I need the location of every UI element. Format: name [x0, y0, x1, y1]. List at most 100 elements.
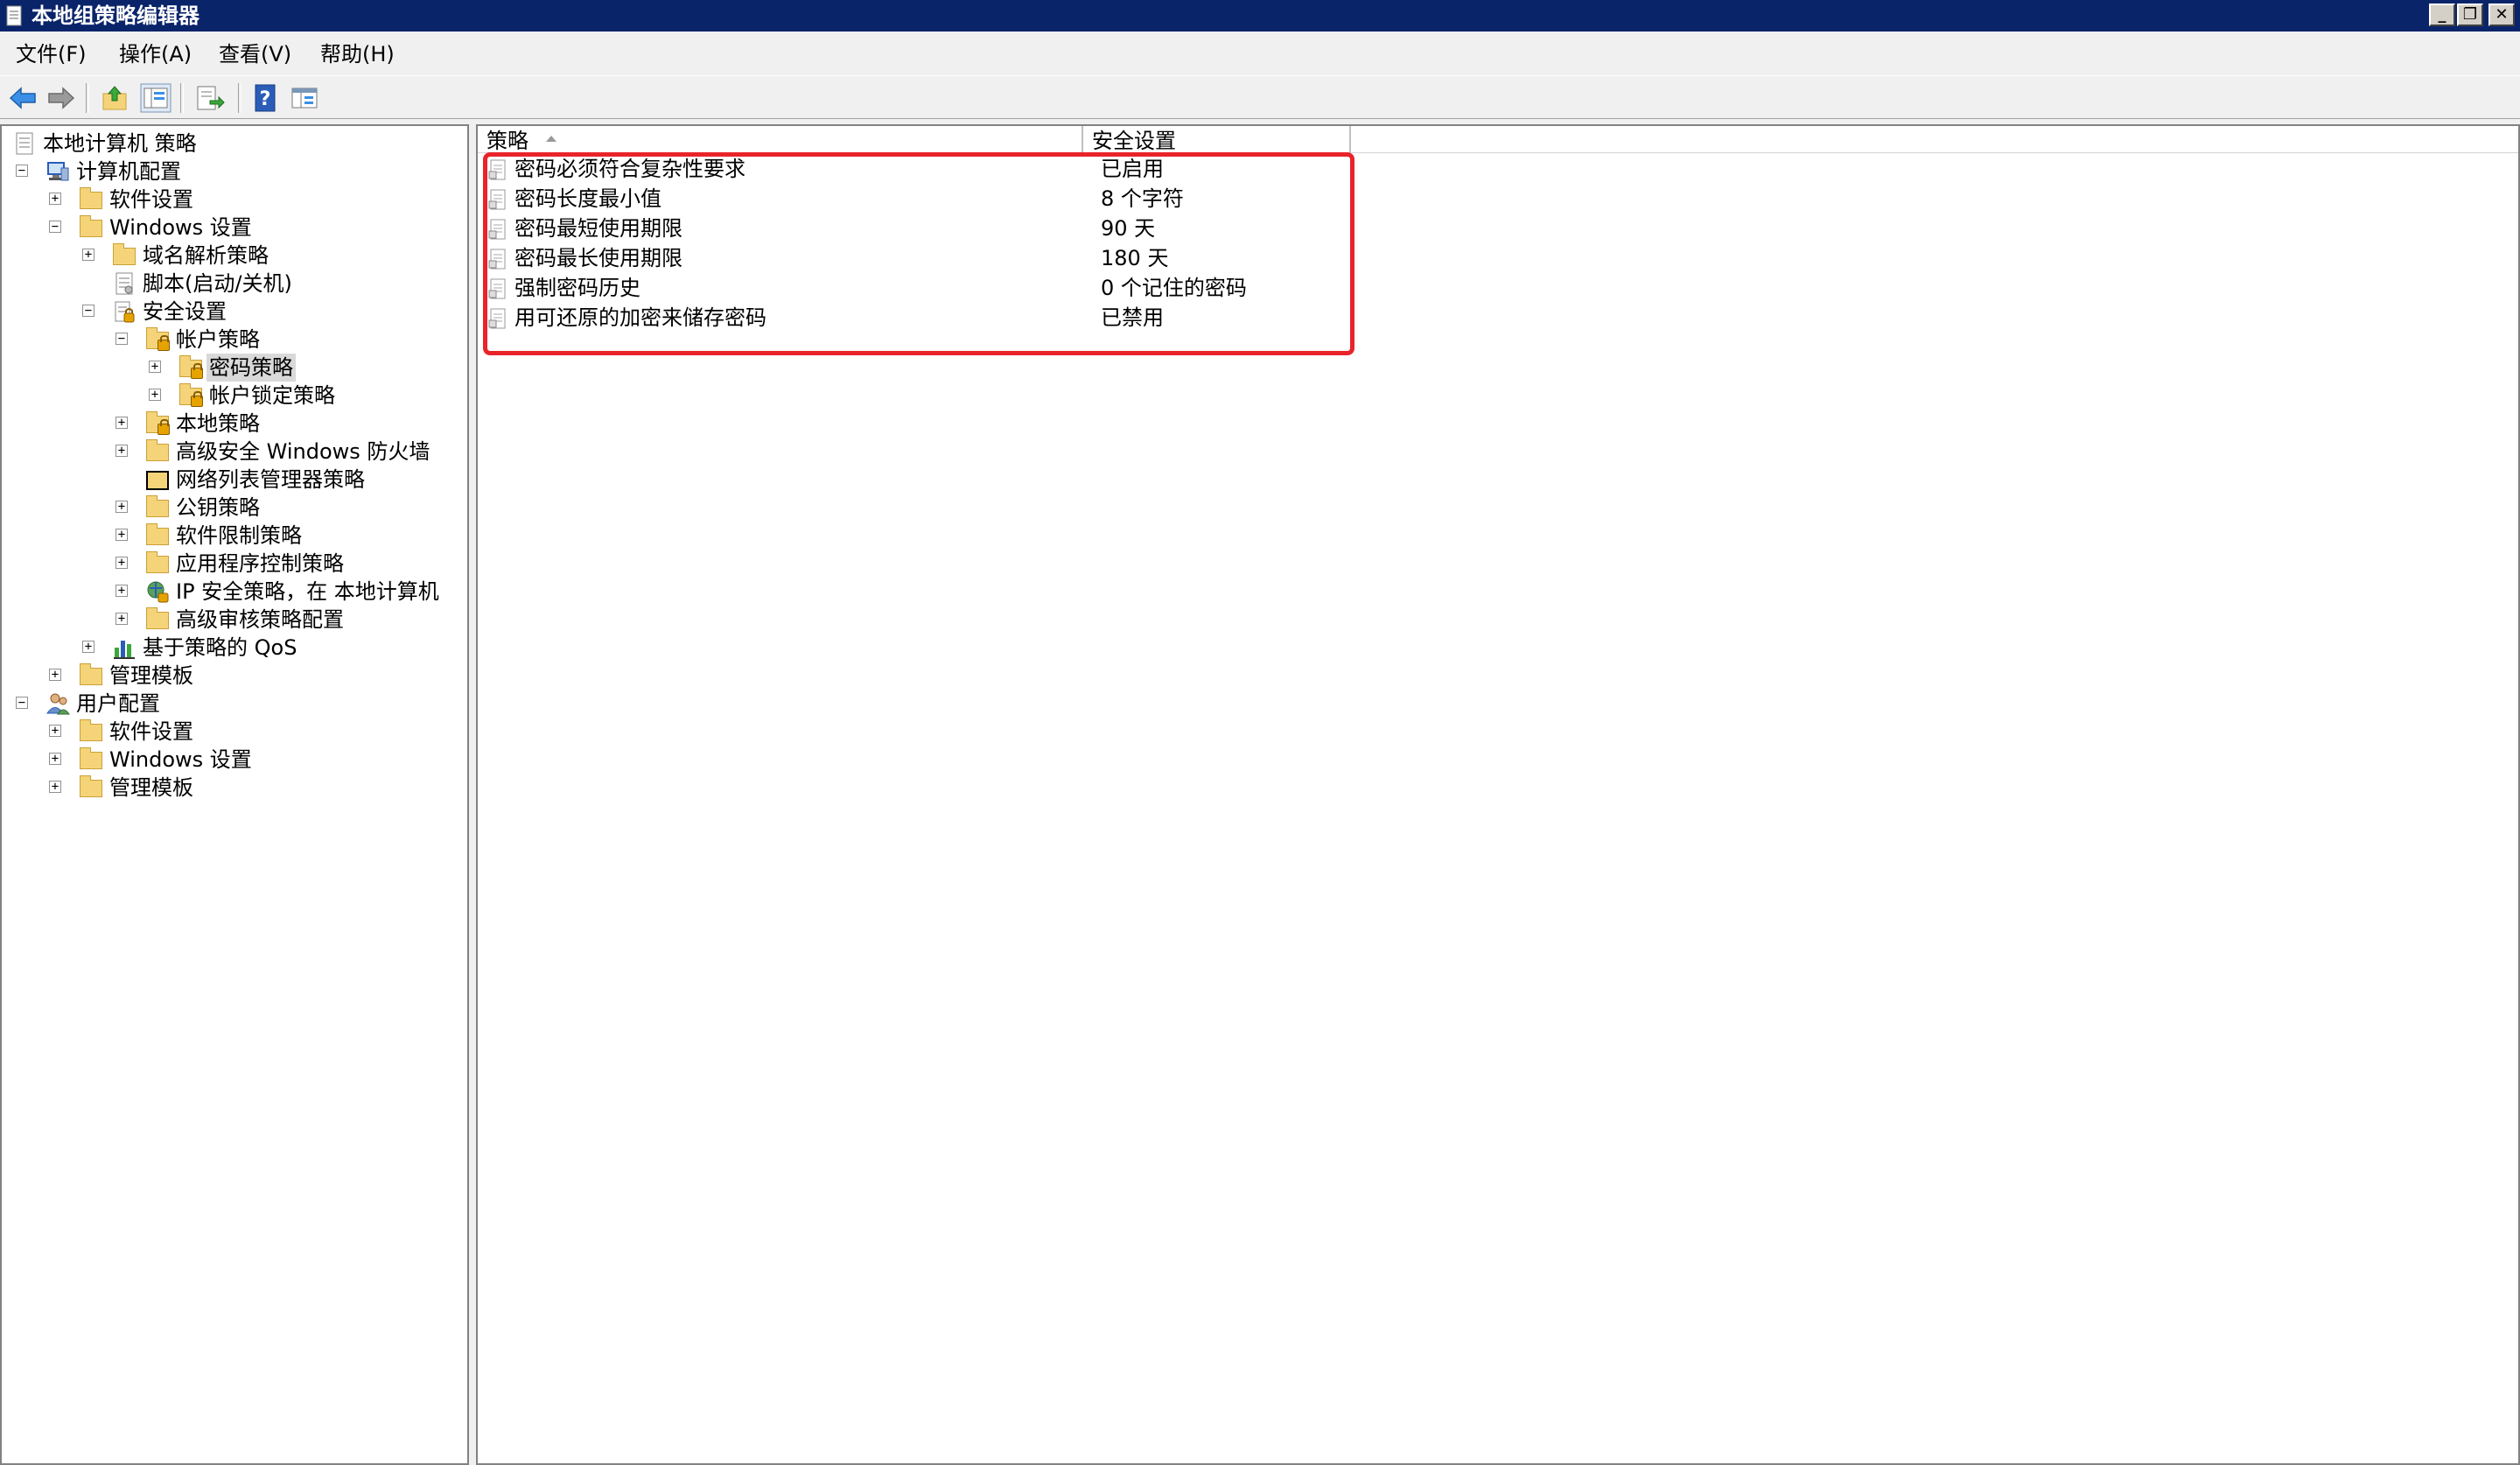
expand-plus-icon[interactable]: + [116, 501, 128, 513]
tree-item[interactable]: 本地计算机 策略 [2, 130, 466, 158]
pane-splitter[interactable] [469, 124, 476, 1465]
tree-item-label: 计算机配置 [76, 159, 181, 184]
tree-item-label: 高级安全 Windows 防火墙 [176, 439, 430, 464]
column-header-policy[interactable]: 策略 [478, 126, 1083, 152]
expand-plus-icon[interactable]: + [49, 193, 61, 205]
policy-row[interactable]: 密码长度最小值 8 个字符 [478, 184, 1440, 214]
policy-setting-icon [488, 219, 506, 240]
tree-item[interactable]: + 管理模板 [2, 774, 466, 802]
menu-view[interactable]: 查看(V) [215, 41, 295, 67]
close-button[interactable]: ✕ [2488, 4, 2515, 26]
expand-plus-icon[interactable]: + [116, 445, 128, 457]
policy-row[interactable]: 密码必须符合复杂性要求 已启用 [478, 154, 1440, 184]
tree-item[interactable]: + 软件限制策略 [2, 522, 466, 550]
properties-icon[interactable] [289, 83, 320, 113]
expand-plus-icon[interactable]: + [116, 557, 128, 569]
tree-item[interactable]: + IP 安全策略，在 本地计算机 [2, 578, 466, 606]
policy-setting-icon [488, 308, 506, 329]
window-title: 本地组策略编辑器 [32, 4, 200, 28]
expand-plus-icon[interactable]: + [49, 669, 61, 681]
collapse-minus-icon[interactable]: − [116, 333, 128, 345]
close-icon: ✕ [2495, 5, 2509, 24]
policy-name: 用可还原的加密来储存密码 [514, 305, 766, 330]
tree-item[interactable]: + 软件设置 [2, 186, 466, 214]
tree-item[interactable]: + 高级审核策略配置 [2, 606, 466, 634]
policy-list[interactable]: 策略 安全设置 密码必须符合复杂性要求 已启用 密码长度最小值 8 个字符 密码最短使用… [476, 124, 2520, 1465]
user-icon [46, 691, 70, 716]
collapse-minus-icon[interactable]: − [16, 165, 28, 177]
security-setting-value: 90 天 [1101, 216, 1156, 241]
tree-item[interactable]: + 高级安全 Windows 防火墙 [2, 438, 466, 466]
forward-icon[interactable] [46, 83, 77, 113]
locked-folder-icon [178, 355, 203, 380]
expand-plus-icon[interactable]: + [149, 389, 161, 401]
up-icon[interactable] [100, 83, 131, 113]
expand-plus-icon[interactable]: + [116, 529, 128, 541]
tree-item[interactable]: − 计算机配置 [2, 158, 466, 186]
locked-folder-icon [145, 411, 170, 436]
policy-row[interactable]: 密码最短使用期限 90 天 [478, 214, 1440, 243]
tree-item-label: 管理模板 [109, 775, 193, 800]
security-setting-value: 180 天 [1101, 246, 1169, 270]
policy-row[interactable]: 密码最长使用期限 180 天 [478, 243, 1440, 273]
menu-action[interactable]: 操作(A) [116, 41, 195, 67]
console-tree[interactable]: 本地计算机 策略 − 计算机配置 + 软件设置 − Windows 设置 + 域名解析策略 脚本(… [0, 124, 469, 1465]
expand-plus-icon[interactable]: + [49, 725, 61, 737]
tree-item[interactable]: + 公钥策略 [2, 494, 466, 522]
tree-item[interactable]: + 应用程序控制策略 [2, 550, 466, 578]
expand-plus-icon[interactable]: + [116, 417, 128, 429]
help-icon[interactable]: ? [250, 83, 282, 113]
expand-plus-icon[interactable]: + [116, 613, 128, 625]
tree-item[interactable]: 脚本(启动/关机) [2, 270, 466, 298]
tree-item[interactable]: + 帐户锁定策略 [2, 382, 466, 410]
network-list-icon [145, 467, 170, 492]
expand-plus-icon[interactable]: + [49, 781, 61, 793]
policy-row[interactable]: 用可还原的加密来储存密码 已禁用 [478, 303, 1440, 333]
expand-plus-icon[interactable]: + [49, 753, 61, 765]
tree-item[interactable]: + 基于策略的 QoS [2, 634, 466, 662]
tree-item[interactable]: + 软件设置 [2, 718, 466, 746]
collapse-minus-icon[interactable]: − [49, 221, 61, 233]
tree-item[interactable]: + 本地策略 [2, 410, 466, 438]
restore-button[interactable]: ❐ [2457, 4, 2483, 26]
collapse-minus-icon[interactable]: − [16, 697, 28, 709]
tree-item[interactable]: + 域名解析策略 [2, 242, 466, 270]
tree-item[interactable]: + 密码策略 [2, 354, 466, 382]
security-settings-icon [112, 299, 136, 324]
toolbar-separator [86, 83, 89, 113]
expand-plus-icon[interactable]: + [82, 249, 94, 261]
expand-plus-icon[interactable]: + [116, 585, 128, 597]
tree-item[interactable]: 网络列表管理器策略 [2, 466, 466, 494]
tree-item[interactable]: + 管理模板 [2, 662, 466, 690]
expand-plus-icon[interactable]: + [82, 641, 94, 653]
title-bar[interactable]: 本地组策略编辑器 _ ❐ ✕ [0, 0, 2520, 32]
show-hide-tree-icon[interactable] [140, 83, 172, 113]
tree-item[interactable]: − 帐户策略 [2, 326, 466, 354]
folder-icon [79, 775, 103, 800]
tree-item-label-selected: 密码策略 [206, 354, 296, 382]
folder-icon [79, 719, 103, 744]
policy-document-icon [12, 131, 37, 156]
menu-file[interactable]: 文件(F) [12, 41, 90, 67]
policy-setting-icon [488, 159, 506, 180]
minimize-button[interactable]: _ [2429, 4, 2455, 26]
column-policy-label: 策略 [486, 129, 528, 152]
column-security-setting-label: 安全设置 [1092, 129, 1176, 152]
policy-setting-icon [488, 278, 506, 299]
tree-item-label: 本地策略 [176, 411, 260, 436]
tree-item-label: 应用程序控制策略 [176, 551, 344, 576]
export-list-icon[interactable] [194, 83, 226, 113]
menu-help[interactable]: 帮助(H) [317, 41, 398, 67]
back-icon[interactable] [7, 83, 38, 113]
tree-item[interactable]: − 用户配置 [2, 690, 466, 718]
tree-item[interactable]: − Windows 设置 [2, 214, 466, 242]
tree-item-label: Windows 设置 [109, 747, 252, 772]
collapse-minus-icon[interactable]: − [82, 305, 94, 317]
tree-item[interactable]: − 安全设置 [2, 298, 466, 326]
policy-name: 密码必须符合复杂性要求 [514, 157, 746, 181]
expand-plus-icon[interactable]: + [149, 361, 161, 373]
list-header: 策略 安全设置 [478, 126, 2518, 153]
policy-row[interactable]: 强制密码历史 0 个记住的密码 [478, 273, 1440, 303]
column-header-security-setting[interactable]: 安全设置 [1083, 126, 1351, 152]
tree-item[interactable]: + Windows 设置 [2, 746, 466, 774]
